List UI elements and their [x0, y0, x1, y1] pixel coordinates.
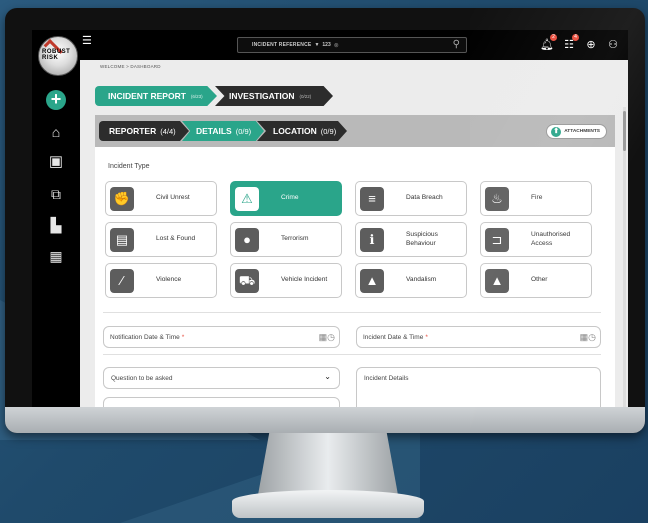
building-icon[interactable]: ▦ — [46, 246, 66, 266]
incident-type-terrorism[interactable]: ● Terrorism — [230, 222, 342, 257]
question-select-secondary[interactable] — [103, 397, 340, 407]
document-search-icon[interactable]: ▙ — [46, 215, 66, 235]
siren-icon: ⚠ — [235, 186, 259, 211]
tasks-list-icon[interactable]: ☷ 4 — [562, 34, 579, 52]
incident-details-textarea[interactable]: Incident Details — [356, 367, 601, 407]
tab-investigation[interactable]: INVESTIGATION (0/22) — [215, 86, 333, 106]
incident-type-violence[interactable]: ∕ Violence — [105, 263, 217, 298]
notification-datetime-field[interactable]: Notification Date & Time * ▦◷ — [103, 326, 340, 348]
attachments-button[interactable]: ⬆ ATTACHMENTS — [546, 124, 607, 139]
knife-icon: ∕ — [110, 268, 134, 293]
clear-icon[interactable]: ⊗ — [334, 42, 339, 49]
suspicious-person-icon: ℹ — [360, 227, 384, 252]
tab-incident-report[interactable]: INCIDENT REPORT (6/23) — [95, 86, 217, 106]
logo-text: ROBUST RISK — [42, 49, 71, 61]
incident-type-unauthorised-access[interactable]: ⊐ Unauthorised Access — [480, 222, 592, 257]
substep-location[interactable]: LOCATION (0/9) — [257, 121, 347, 141]
incident-datetime-field[interactable]: Incident Date & Time * ▦◷ — [356, 326, 601, 348]
notifications-bell-icon[interactable]: 🔔︎ 2 — [540, 34, 557, 52]
substep-details[interactable]: DETAILS (0/9) — [182, 121, 264, 141]
incident-type-vandalism[interactable]: ▲ Vandalism — [355, 263, 467, 298]
monitor-stand-foot — [232, 490, 424, 518]
incident-type-grid: ✊ Civil Unrest ⚠ Crime ≡ Data Breach ♨ F… — [105, 181, 595, 303]
company-logo[interactable]: ROBUST RISK — [38, 32, 82, 76]
divider — [103, 354, 601, 355]
search-reference-label: INCIDENT REFERENCE — [252, 42, 312, 48]
fire-icon: ♨ — [485, 186, 509, 211]
tasks-badge: 4 — [572, 34, 579, 41]
monitor-stand-neck — [258, 433, 398, 495]
notifications-badge: 2 — [550, 34, 557, 41]
incident-type-civil-unrest[interactable]: ✊ Civil Unrest — [105, 181, 217, 216]
substep-reporter[interactable]: REPORTER (4/4) — [99, 121, 189, 141]
incident-type-suspicious-behaviour[interactable]: ℹ Suspicious Behaviour — [355, 222, 467, 257]
chevron-down-icon: ⌄ — [324, 372, 331, 381]
warning-icon: ▲ — [485, 268, 509, 293]
scrollbar[interactable] — [623, 107, 626, 407]
vandalism-icon: ▲ — [360, 268, 384, 293]
app-screen: ☰ INCIDENT REFERENCE ▼ 123 ⊗ ⚲ 🔔︎ 2 ☷ 4 … — [32, 30, 628, 407]
home-icon[interactable]: ⌂ — [46, 122, 66, 142]
incident-type-other[interactable]: ▲ Other — [480, 263, 592, 298]
calendar-alert-icon[interactable]: ▣ — [46, 152, 66, 172]
incident-type-lost-found[interactable]: ▤ Lost & Found — [105, 222, 217, 257]
user-icon[interactable]: ⚇ — [606, 38, 620, 52]
calendar-clock-icon[interactable]: ▦◷ — [574, 332, 596, 343]
calendar-clock-icon[interactable]: ▦◷ — [313, 332, 335, 343]
vehicle-icon: ⛟ — [235, 268, 259, 293]
top-bar: ☰ INCIDENT REFERENCE ▼ 123 ⊗ ⚲ 🔔︎ 2 ☷ 4 … — [32, 30, 628, 60]
civil-unrest-icon: ✊ — [110, 186, 134, 211]
database-icon: ≡ — [360, 186, 384, 211]
search-icon[interactable]: ⚲ — [453, 39, 460, 50]
incident-type-crime[interactable]: ⚠ Crime — [230, 181, 342, 216]
search-reference-value: 123 — [322, 42, 331, 48]
incident-type-data-breach[interactable]: ≡ Data Breach — [355, 181, 467, 216]
divider — [103, 312, 601, 313]
main-content: WELCOME > DASHBOARD INCIDENT REPORT (6/2… — [80, 60, 628, 407]
door-icon: ⊐ — [485, 227, 509, 252]
breadcrumb: WELCOME > DASHBOARD — [100, 64, 161, 69]
incident-reference-search[interactable]: INCIDENT REFERENCE ▼ 123 ⊗ ⚲ — [237, 37, 467, 53]
box-icon: ▤ — [110, 227, 134, 252]
add-incident-icon[interactable]: + — [46, 90, 66, 110]
chat-icon[interactable]: ⧉ — [46, 184, 66, 204]
stage-tabs: INCIDENT REPORT (6/23) INVESTIGATION (0/… — [95, 86, 615, 106]
incident-type-vehicle-incident[interactable]: ⛟ Vehicle Incident — [230, 263, 342, 298]
chevron-down-icon[interactable]: ▼ — [314, 42, 319, 48]
incident-type-fire[interactable]: ♨ Fire — [480, 181, 592, 216]
upload-icon: ⬆ — [551, 126, 562, 137]
bomb-icon: ● — [235, 227, 259, 252]
substep-bar: REPORTER (4/4) DETAILS (0/9) LOCATION (0… — [95, 115, 615, 147]
scrollbar-thumb[interactable] — [623, 111, 626, 151]
globe-icon[interactable]: ⊕ — [584, 38, 598, 52]
incident-type-heading: Incident Type — [108, 163, 150, 170]
monitor-chin — [5, 407, 645, 433]
menu-icon[interactable]: ☰ — [82, 36, 92, 47]
question-select[interactable]: Question to be asked ⌄ — [103, 367, 340, 389]
sidebar: + ⌂ ▣ ⧉ ▙ ▦ — [32, 60, 80, 407]
incident-form-panel: REPORTER (4/4) DETAILS (0/9) LOCATION (0… — [95, 115, 615, 407]
